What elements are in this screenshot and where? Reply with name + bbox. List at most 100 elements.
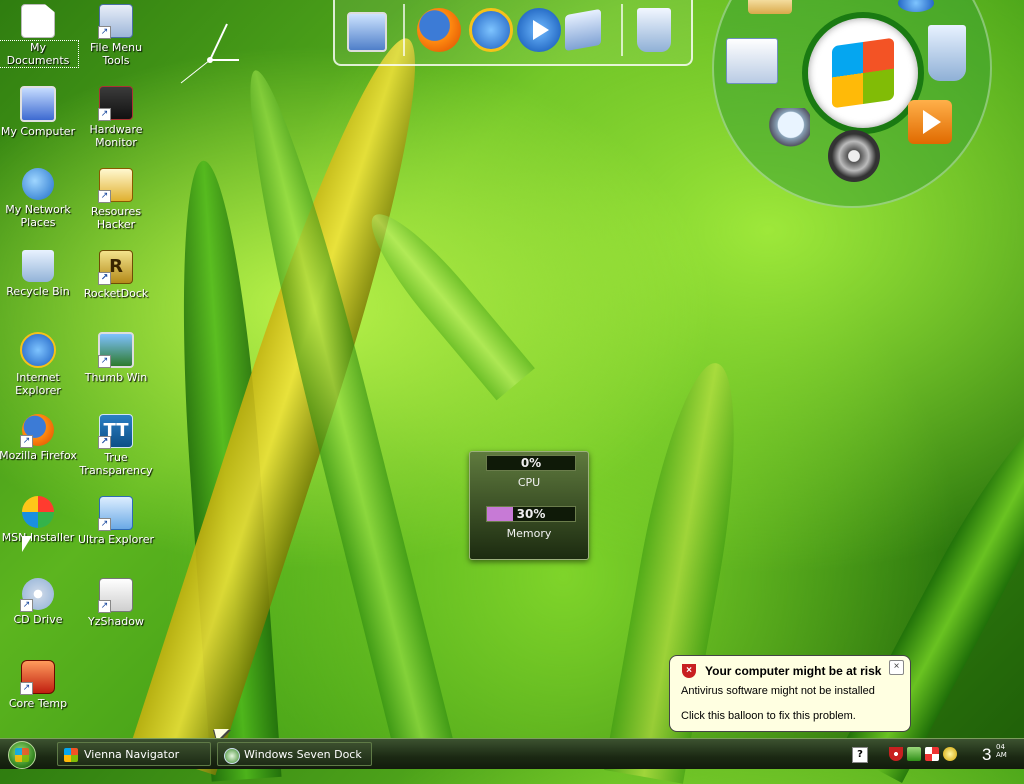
desktop-icon-network-places[interactable]: My Network Places: [0, 168, 78, 229]
desktop-icon-true-transparency[interactable]: TT True Transparency: [76, 414, 156, 477]
desktop-icon-my-computer[interactable]: My Computer: [0, 86, 78, 138]
network-globe-icon: [22, 168, 54, 200]
folder-icon[interactable]: [748, 0, 792, 14]
icon-label: Core Temp: [8, 697, 68, 710]
balloon-action-text: Click this balloon to fix this problem.: [681, 710, 856, 722]
hardware-icon[interactable]: [565, 8, 601, 52]
top-dock: [333, 0, 693, 66]
windows-logo-button[interactable]: [802, 12, 924, 134]
icon-label: Ultra Explorer: [78, 533, 154, 546]
help-icon[interactable]: ?: [852, 747, 868, 763]
desktop-icon-ultra-explorer[interactable]: Ultra Explorer: [76, 496, 156, 546]
internet-explorer-icon: [20, 332, 56, 368]
yzshadow-icon: [98, 578, 133, 613]
globe-icon[interactable]: [898, 0, 934, 12]
icon-label: RocketDock: [83, 287, 149, 300]
magnifier-icon[interactable]: [762, 108, 810, 156]
firefox-icon[interactable]: [417, 8, 461, 52]
desktop-icon-core-temp[interactable]: Core Temp: [0, 660, 78, 710]
memory-label: Memory: [506, 527, 552, 540]
clock-minutes-ampm: 04 AM: [996, 743, 1007, 759]
shield-warning-icon: ×: [682, 664, 696, 678]
icon-label: YzShadow: [88, 615, 144, 628]
document-icon: [21, 4, 55, 38]
clock-center: [207, 57, 213, 63]
taskbar-button-label: Vienna Navigator: [84, 748, 180, 761]
clock-ampm: AM: [996, 751, 1007, 759]
cd-drive-icon: [20, 578, 54, 612]
close-icon[interactable]: ×: [889, 660, 904, 675]
wallpaper-blade: [355, 199, 535, 401]
taskbar-button-vienna-navigator[interactable]: Vienna Navigator: [57, 742, 211, 766]
icon-label: True Transparency: [79, 451, 153, 477]
desktop-icon-internet-explorer[interactable]: Internet Explorer: [0, 332, 78, 397]
clock-minutes: 04: [996, 743, 1005, 751]
icon-label: Internet Explorer: [15, 371, 61, 397]
file-menu-tools-icon: [98, 4, 133, 39]
clock-hour[interactable]: 3: [982, 745, 991, 765]
desktop-icon-file-menu-tools[interactable]: File Menu Tools: [76, 4, 156, 67]
desktop-icon-yzshadow[interactable]: YzShadow: [76, 578, 156, 628]
icon-label: Resoures Hacker: [90, 205, 142, 231]
monitor-icon[interactable]: [347, 12, 387, 52]
cpu-percent: 0%: [520, 456, 542, 470]
taskbar: Vienna Navigator Windows Seven Dock ? 3 …: [0, 738, 1024, 769]
media-player-icon[interactable]: [517, 8, 561, 52]
desktop-icon-my-documents[interactable]: My Documents: [0, 4, 79, 68]
volume-icon[interactable]: [943, 747, 957, 761]
desktop-icon-resources-hacker[interactable]: Resoures Hacker: [76, 168, 156, 231]
desktop-icon-hardware-monitor[interactable]: Hardware Monitor: [76, 86, 156, 149]
computer-icon: [20, 86, 56, 122]
tray-app-icon[interactable]: [925, 747, 939, 761]
cpu-meter-gadget[interactable]: 0% CPU 30% Memory: [469, 451, 589, 560]
windows-logo-icon: [832, 37, 894, 109]
balloon-title: Your computer might be at risk: [705, 664, 882, 678]
taskbar-button-label: Windows Seven Dock: [244, 748, 362, 761]
mouse-cursor: [22, 536, 32, 552]
dock-separator: [403, 4, 405, 56]
windows-logo-icon: [15, 748, 29, 762]
icon-label: My Network Places: [5, 203, 71, 229]
desktop-icon-thumb-win[interactable]: Thumb Win: [76, 332, 156, 384]
dock-app-icon: [224, 748, 240, 764]
desktop-icon-recycle-bin[interactable]: Recycle Bin: [0, 250, 78, 298]
security-shield-icon[interactable]: [889, 747, 903, 761]
desktop-icon-rocketdock[interactable]: R RocketDock: [76, 250, 156, 300]
recycle-bin-icon[interactable]: [637, 8, 671, 52]
icon-label: MSN Installer: [1, 531, 75, 544]
start-button[interactable]: [8, 741, 36, 769]
cpu-label: CPU: [517, 476, 541, 489]
windows-flag-icon: [64, 748, 78, 762]
icon-label: Recycle Bin: [6, 285, 70, 298]
internet-explorer-icon[interactable]: [469, 8, 513, 52]
true-transparency-icon: TT: [98, 414, 133, 449]
desktop-icon-msn-installer[interactable]: MSN Installer: [0, 496, 78, 544]
thermometer-icon: [20, 660, 55, 695]
memory-percent: 30%: [516, 507, 546, 521]
desktop-icon-cd-drive[interactable]: CD Drive: [0, 578, 78, 626]
film-reel-icon[interactable]: [828, 130, 880, 182]
memory-meter: 30%: [486, 506, 576, 522]
dock-separator: [621, 4, 623, 56]
analog-clock-gadget[interactable]: [175, 20, 245, 90]
icon-label: File Menu Tools: [89, 41, 143, 67]
clock-minute-hand: [209, 23, 228, 61]
hardware-monitor-icon: [98, 86, 133, 121]
icon-label: CD Drive: [13, 613, 63, 626]
msn-butterfly-icon: [22, 496, 54, 528]
icon-label: My Documents: [0, 40, 79, 68]
rocketdock-icon: R: [98, 250, 133, 285]
recycle-bin-icon: [22, 250, 54, 282]
recycle-bin-icon[interactable]: [928, 25, 966, 81]
icon-label: Hardware Monitor: [89, 123, 143, 149]
cpu-meter: 0%: [486, 455, 576, 471]
thumb-win-icon: [98, 332, 134, 368]
security-balloon[interactable]: × Your computer might be at risk × Antiv…: [669, 655, 911, 732]
taskbar-button-windows-seven-dock[interactable]: Windows Seven Dock: [217, 742, 372, 766]
ultra-explorer-icon: [98, 496, 133, 531]
hammer-icon: [98, 168, 133, 203]
network-icon[interactable]: [907, 747, 921, 761]
media-center-icon[interactable]: [908, 100, 952, 144]
desktop-icon-firefox[interactable]: Mozilla Firefox: [0, 414, 78, 462]
control-panel-icon[interactable]: [726, 38, 778, 84]
